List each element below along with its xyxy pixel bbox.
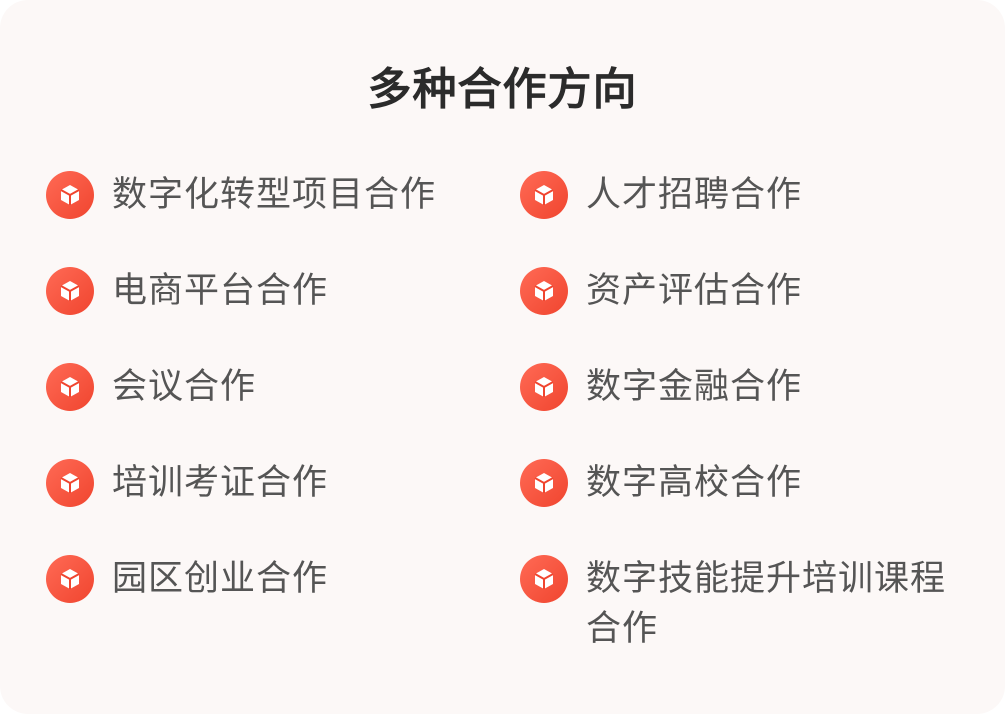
list-item-label: 培训考证合作 (112, 463, 329, 503)
box-icon (520, 555, 568, 603)
cooperation-card: 多种合作方向 数字化转型项目合作 电商平台合作 会议合作 培训考证合作 园区创业… (0, 0, 1005, 714)
list-item: 电商平台合作 (46, 266, 486, 362)
list-item-label: 数字高校合作 (586, 463, 803, 503)
box-icon (46, 171, 94, 219)
box-icon (520, 171, 568, 219)
box-icon (520, 363, 568, 411)
list-item: 人才招聘合作 (520, 170, 960, 266)
box-icon (46, 363, 94, 411)
list-item-label: 人才招聘合作 (586, 175, 803, 215)
list-item-label: 数字技能提升培训课程合作 (586, 559, 947, 649)
list-item-label: 电商平台合作 (112, 271, 329, 311)
box-icon (46, 267, 94, 315)
box-icon (46, 459, 94, 507)
card-title: 多种合作方向 (367, 64, 638, 115)
box-icon (520, 459, 568, 507)
list-item: 园区创业合作 (46, 554, 486, 650)
list-item: 数字金融合作 (520, 362, 960, 458)
list-item-label: 数字金融合作 (586, 367, 803, 407)
box-icon (46, 555, 94, 603)
list-item-label: 会议合作 (112, 367, 257, 407)
list-item-label: 园区创业合作 (112, 559, 329, 599)
list-item: 培训考证合作 (46, 458, 486, 554)
box-icon (520, 267, 568, 315)
list-item: 资产评估合作 (520, 266, 960, 362)
list-item-label: 资产评估合作 (586, 271, 803, 311)
left-column: 数字化转型项目合作 电商平台合作 会议合作 培训考证合作 园区创业合作 (46, 170, 486, 650)
list-item-label: 数字化转型项目合作 (112, 175, 437, 215)
list-item: 数字化转型项目合作 (46, 170, 486, 266)
list-item: 数字高校合作 (520, 458, 960, 554)
list-item: 会议合作 (46, 362, 486, 458)
list-item: 数字技能提升培训课程合作 (520, 554, 960, 650)
right-column: 人才招聘合作 资产评估合作 数字金融合作 数字高校合作 数字技能提升培训课程合作 (520, 170, 960, 650)
